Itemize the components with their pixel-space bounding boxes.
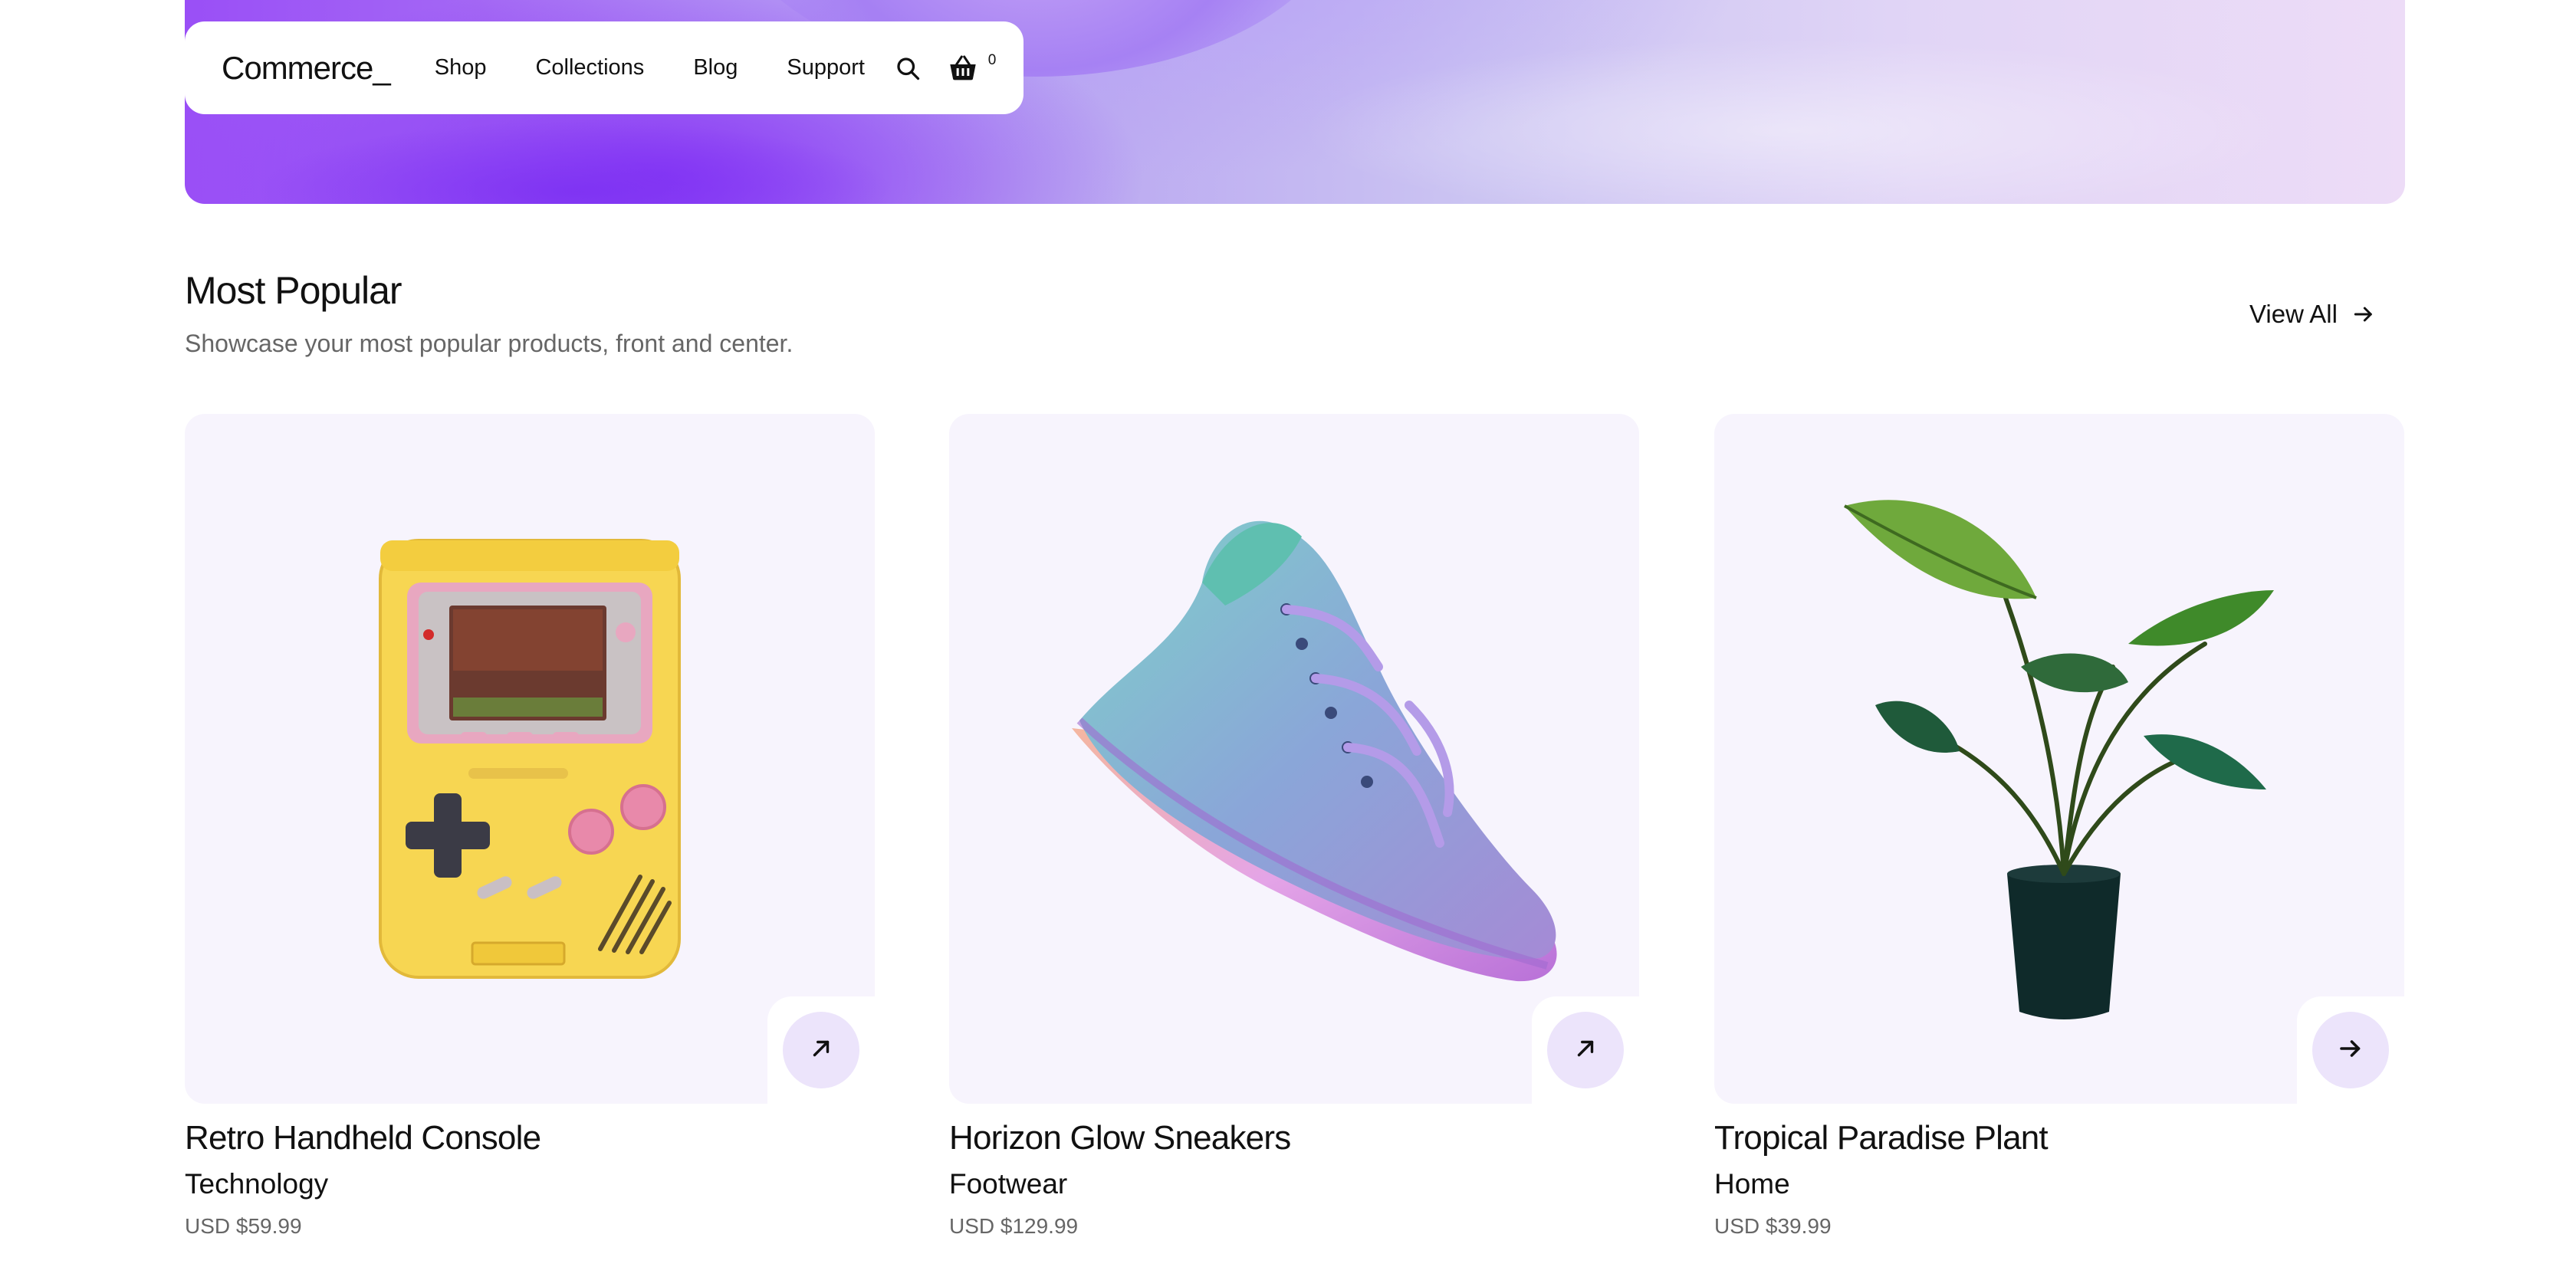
view-all-link[interactable]: View All <box>2249 299 2376 330</box>
product-price: USD $129.99 <box>949 1214 1079 1238</box>
nav-link-collections[interactable]: Collections <box>535 55 644 80</box>
open-product-button[interactable] <box>2312 1012 2389 1088</box>
product-name[interactable]: Tropical Paradise Plant <box>1714 1119 2404 1157</box>
section-subtitle: Showcase your most popular products, fro… <box>185 330 794 357</box>
hero-swirl <box>231 115 921 204</box>
product-category: Home <box>1714 1168 1790 1200</box>
open-product-button[interactable] <box>1547 1012 1624 1088</box>
product-card[interactable]: Tropical Paradise Plant Home USD $39.99 <box>1714 414 2404 1239</box>
view-all-label: View All <box>2249 300 2338 328</box>
product-card[interactable]: Horizon Glow Sneakers Footwear USD $129.… <box>949 414 1639 1239</box>
product-image[interactable] <box>185 414 875 1104</box>
cart-count-badge: 0 <box>978 51 1007 71</box>
nav-link-support[interactable]: Support <box>787 55 865 80</box>
section-title: Most Popular <box>185 269 402 312</box>
plant-image <box>1844 500 2274 1019</box>
nav-link-blog[interactable]: Blog <box>693 55 738 80</box>
product-category: Technology <box>185 1168 329 1200</box>
arrow-right-icon <box>2351 302 2376 327</box>
hero-swirl <box>1258 31 2331 204</box>
page: Commerce_ Shop Collections Blog Support … <box>0 0 2576 1267</box>
handheld-console-image <box>379 539 681 979</box>
product-image[interactable] <box>1714 414 2404 1104</box>
product-category: Footwear <box>949 1168 1068 1200</box>
product-card[interactable]: Retro Handheld Console Technology USD $5… <box>185 414 875 1239</box>
logo[interactable]: Commerce_ <box>222 50 391 87</box>
product-price: USD $39.99 <box>1714 1214 1832 1238</box>
arrow-up-right-icon <box>1572 1036 1598 1065</box>
nav-link-shop[interactable]: Shop <box>435 55 487 80</box>
search-icon[interactable] <box>889 49 927 87</box>
basket-icon[interactable] <box>944 49 982 87</box>
sneaker-image <box>1072 520 1557 982</box>
arrow-right-icon <box>2337 1035 2364 1066</box>
product-name[interactable]: Horizon Glow Sneakers <box>949 1119 1639 1157</box>
product-image[interactable] <box>949 414 1639 1104</box>
arrow-up-right-icon <box>808 1036 834 1065</box>
open-product-button[interactable] <box>783 1012 859 1088</box>
product-name[interactable]: Retro Handheld Console <box>185 1119 875 1157</box>
product-price: USD $59.99 <box>185 1214 302 1238</box>
navbar: Commerce_ Shop Collections Blog Support … <box>185 21 1024 114</box>
